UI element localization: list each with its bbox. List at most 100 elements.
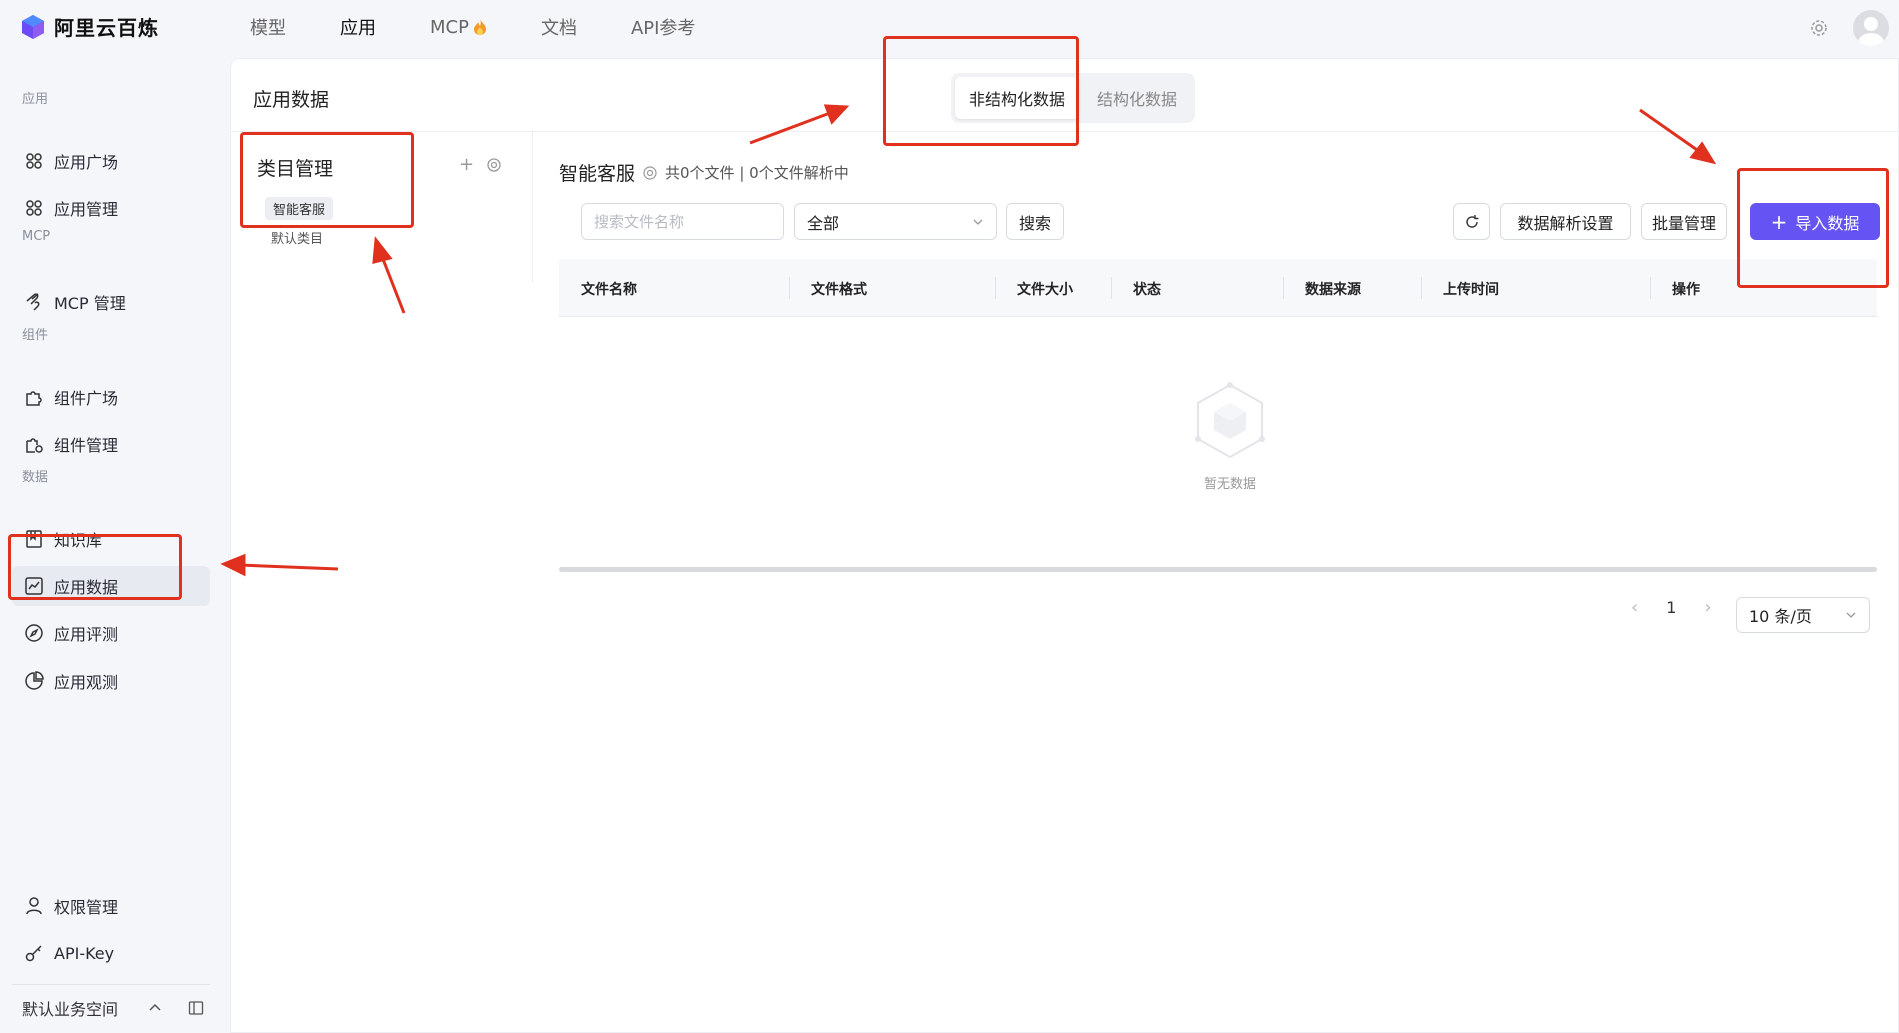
logo-icon — [22, 14, 44, 39]
column-header: 数据来源 — [1305, 282, 1361, 298]
knowledge-name: 智能客服 — [559, 163, 636, 185]
section-title-mcp: MCP — [22, 229, 51, 244]
key-icon — [25, 945, 42, 962]
sidebar-item-permissions[interactable]: 权限管理 — [12, 886, 210, 926]
table-header: 文件名称 文件格式 文件大小 状态 数据来源 上传时间 操作 — [559, 259, 1877, 317]
section-title-components: 组件 — [22, 328, 49, 343]
column-separator — [995, 277, 996, 299]
sidebar-item-component-plaza[interactable]: 组件广场 — [12, 377, 210, 417]
main-panel: 应用数据 非结构化数据 结构化数据 类目管理 + 智能客服 默认类目 智能客服 … — [230, 58, 1899, 1033]
column-header: 操作 — [1672, 282, 1700, 298]
grid-icon — [26, 153, 42, 169]
chevron-down-icon — [973, 219, 983, 225]
nav-item-api[interactable]: API参考 — [631, 14, 695, 40]
annotation-box-app-data — [8, 534, 182, 600]
sidebar-item-label: API-Key — [54, 943, 115, 963]
nav-item-docs[interactable]: 文档 — [541, 14, 577, 40]
column-header: 上传时间 — [1443, 282, 1499, 298]
status-filter-select[interactable]: 全部 — [794, 203, 997, 240]
add-icon[interactable]: + — [459, 154, 474, 175]
sidebar-divider — [12, 984, 210, 985]
workspace-name: 默认业务空间 — [22, 1000, 119, 1019]
sidebar-item-mcp-management[interactable]: MCP 管理 — [12, 282, 210, 322]
nav-item-mcp[interactable]: MCP — [430, 14, 487, 40]
sidebar-item-app-evaluation[interactable]: 应用评测 — [12, 613, 210, 653]
grid-icon — [26, 200, 42, 216]
filter-value: 全部 — [807, 213, 840, 233]
compass-icon — [25, 624, 43, 642]
top-nav: 模型 应用 MCP 文档 API参考 — [250, 14, 695, 40]
top-right-tools — [1809, 10, 1889, 46]
pagination: ‹ 1 › — [1631, 597, 1712, 618]
column-header: 状态 — [1133, 282, 1161, 298]
nav-item-mcp-label: MCP — [430, 16, 469, 38]
column-header: 文件名称 — [581, 282, 637, 298]
horizontal-scrollbar[interactable] — [559, 567, 1877, 572]
sidebar-item-app-management[interactable]: 应用管理 — [12, 188, 210, 228]
chevron-up-icon[interactable] — [148, 1001, 162, 1015]
column-separator — [1421, 277, 1422, 299]
sidebar-item-label: 权限管理 — [54, 898, 119, 917]
knowledge-header: 智能客服 共0个文件 | 0个文件解析中 — [559, 159, 849, 186]
brand-name: 阿里云百炼 — [54, 16, 159, 40]
info-icon[interactable] — [643, 165, 657, 180]
collapse-sidebar-icon[interactable] — [188, 1000, 204, 1016]
column-header: 文件大小 — [1017, 282, 1073, 298]
page-size-value: 10 条/页 — [1749, 607, 1812, 626]
sidebar-item-label: 应用评测 — [54, 625, 119, 644]
workspace-switcher[interactable]: 默认业务空间 — [22, 996, 212, 1020]
column-separator — [1111, 277, 1112, 299]
nav-item-apps[interactable]: 应用 — [340, 14, 376, 40]
sidebar-item-label: MCP 管理 — [54, 294, 126, 313]
column-separator — [1283, 277, 1284, 299]
puzzle-icon — [26, 391, 42, 406]
nav-item-models[interactable]: 模型 — [250, 14, 286, 40]
prev-page-icon[interactable]: ‹ — [1631, 597, 1638, 618]
fire-icon — [473, 19, 486, 35]
empty-text: 暂无数据 — [1203, 477, 1256, 492]
next-page-icon[interactable]: › — [1704, 597, 1711, 618]
parse-settings-button[interactable]: 数据解析设置 — [1500, 203, 1631, 240]
category-default-label: 默认类目 — [271, 232, 324, 247]
section-title-apps: 应用 — [22, 92, 49, 107]
section-title-data: 数据 — [22, 470, 49, 485]
annotation-box-import — [1737, 168, 1889, 288]
sidebar-item-label: 应用管理 — [54, 200, 119, 219]
settings-icon[interactable] — [486, 157, 502, 173]
settings-gear-icon[interactable] — [1809, 18, 1829, 38]
refresh-icon — [1465, 214, 1478, 228]
sidebar-item-api-key[interactable]: API-Key — [12, 933, 210, 973]
batch-manage-button[interactable]: 批量管理 — [1641, 203, 1727, 240]
sidebar-item-app-observation[interactable]: 应用观测 — [12, 661, 210, 701]
column-separator — [1650, 277, 1651, 299]
sidebar-item-app-plaza[interactable]: 应用广场 — [12, 141, 210, 181]
sidebar-item-label: 应用观测 — [54, 673, 119, 692]
column-separator — [789, 277, 790, 299]
refresh-button[interactable] — [1453, 203, 1490, 240]
mcp-icon — [26, 293, 40, 311]
empty-state: 暂无数据 — [1175, 379, 1285, 492]
sidebar-item-label: 组件管理 — [54, 436, 119, 455]
tab-structured-data[interactable]: 结构化数据 — [1083, 77, 1191, 119]
page-title: 应用数据 — [253, 89, 330, 111]
pie-icon — [25, 671, 44, 690]
sidebar-item-label: 组件广场 — [54, 389, 119, 408]
sidebar-item-label: 应用广场 — [54, 153, 119, 172]
category-tools: + — [459, 154, 502, 175]
column-header: 文件格式 — [811, 282, 867, 298]
puzzle-gear-icon — [26, 438, 43, 453]
page-size-select[interactable]: 10 条/页 — [1736, 597, 1870, 633]
user-icon — [26, 897, 42, 915]
file-stats: 共0个文件 | 0个文件解析中 — [665, 164, 849, 182]
sidebar-item-component-management[interactable]: 组件管理 — [12, 424, 210, 464]
current-page[interactable]: 1 — [1666, 598, 1676, 617]
annotation-box-category — [240, 132, 414, 228]
category-divider — [532, 132, 533, 282]
search-button[interactable]: 搜索 — [1006, 203, 1064, 240]
user-avatar[interactable] — [1853, 10, 1889, 46]
empty-box-icon — [1195, 382, 1265, 459]
brand-logo[interactable]: 阿里云百炼 — [20, 12, 159, 41]
search-file-input[interactable] — [581, 203, 784, 240]
chevron-down-icon — [1846, 612, 1856, 618]
annotation-box-tabs — [883, 36, 1079, 146]
